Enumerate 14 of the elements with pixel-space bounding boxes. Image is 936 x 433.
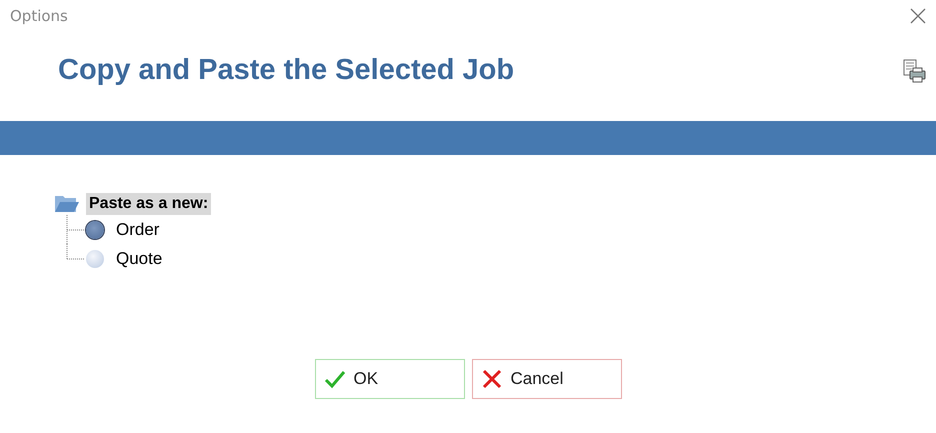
option-label: Quote <box>116 248 162 268</box>
radio-button[interactable] <box>86 220 104 238</box>
cross-icon <box>480 368 502 390</box>
cancel-button[interactable]: Cancel <box>472 359 622 399</box>
ok-button[interactable]: OK <box>314 359 464 399</box>
close-icon[interactable] <box>910 8 926 24</box>
check-icon <box>324 368 346 390</box>
radio-button[interactable] <box>86 250 104 268</box>
dialog-heading: Copy and Paste the Selected Job <box>58 54 514 87</box>
tree-root-label[interactable]: Paste as a new: <box>86 193 212 215</box>
folder-icon <box>54 194 80 214</box>
printer-icon[interactable] <box>902 58 926 82</box>
window-title: Options <box>10 7 68 25</box>
option-label: Order <box>116 220 160 240</box>
